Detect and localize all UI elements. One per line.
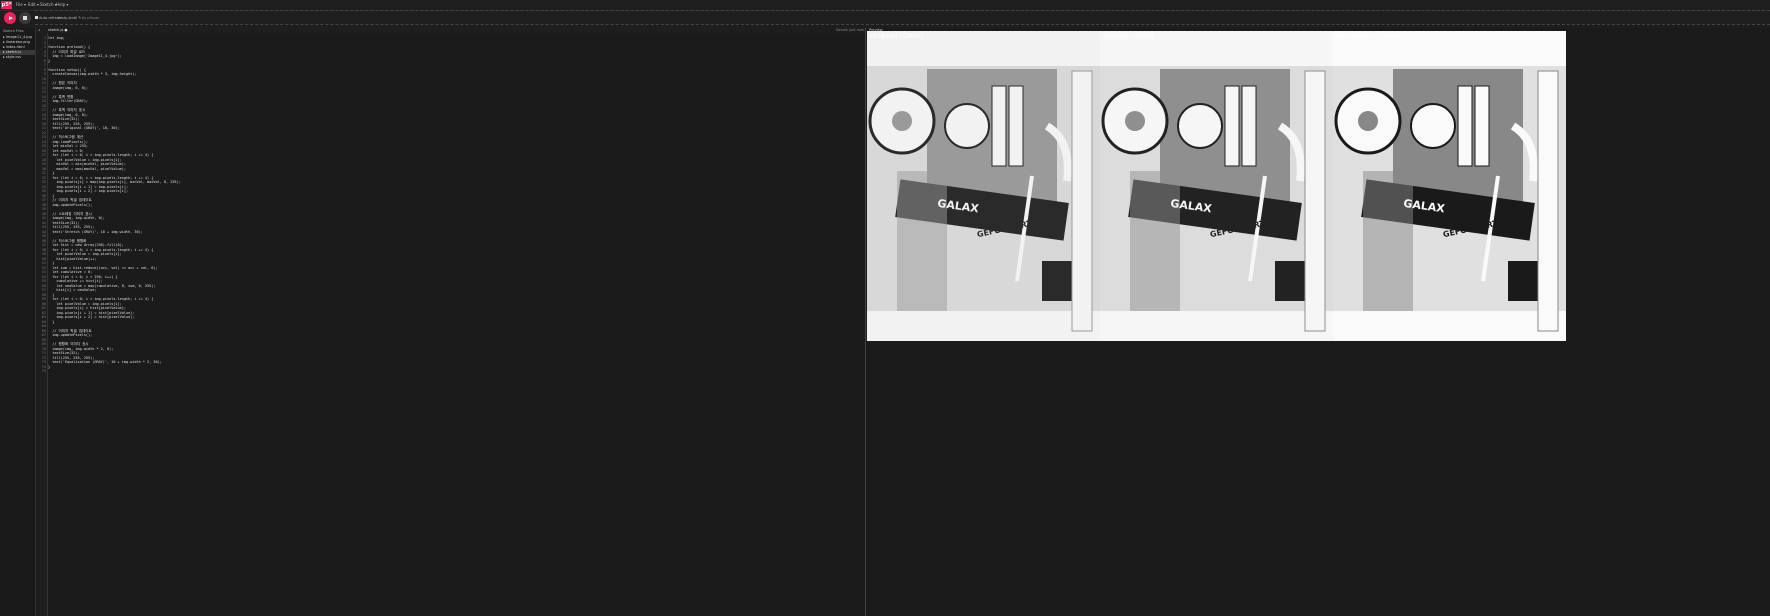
canvas-label: Stretch (GRAY) — [1103, 32, 1155, 40]
ram-stick — [991, 85, 1007, 167]
code-line[interactable]: img = loadImage('Image11_4.jpg'); — [48, 54, 122, 59]
play-button[interactable] — [4, 12, 16, 24]
code-editor[interactable]: let img; function preload() { // 이미지 파일 로… — [48, 33, 864, 616]
divider — [35, 24, 1770, 25]
code-line[interactable]: img.filter(GRAY); — [48, 99, 88, 104]
side-rail — [1537, 70, 1559, 332]
file-sidebar: Sketch Files ▸ Image11_4.jpg ▸ lineartwo… — [0, 28, 36, 616]
code-line[interactable]: img.updatePixels(); — [48, 333, 92, 338]
divider — [35, 10, 1770, 11]
side-rail — [1071, 70, 1093, 332]
pc-image: GALAXGEFORCE RTX — [1100, 31, 1333, 341]
menu-help[interactable]: Help ▾ — [56, 2, 68, 7]
file-item[interactable]: ▸ style.css — [0, 55, 35, 60]
side-rail — [1304, 70, 1326, 332]
canvas-original[interactable]: Original (GRAY) GALAX GEFORCE RTX — [867, 31, 1100, 341]
code-line[interactable]: img.updatePixels(); — [48, 203, 92, 208]
cpu-cooler — [944, 103, 990, 149]
pc-image: GALAXGEFORCE RTX — [1333, 31, 1566, 341]
preview-pane: Preview Original (GRAY) GALAX GEFORCE RTX… — [865, 28, 1770, 616]
file-name: lineartwo.png — [5, 40, 30, 44]
case-bottom — [1100, 311, 1333, 341]
code-line[interactable]: } — [48, 59, 50, 64]
cpu-cooler — [1177, 103, 1223, 149]
ram-stick — [1457, 85, 1473, 167]
sidebar-header: Sketch Files — [3, 29, 24, 33]
canvas-label: Original (GRAY) — [870, 32, 924, 40]
code-line[interactable]: maxVal = max(maxVal, pixelValue); — [48, 167, 126, 172]
cpu-cooler — [1410, 103, 1456, 149]
code-line[interactable]: text('Equalization (GRAY)', 10 + img.wid… — [48, 360, 162, 365]
fan-hub — [892, 111, 912, 131]
code-line[interactable]: text('Stretch (GRAY)', 10 + img.width, 3… — [48, 230, 143, 235]
fan-hub — [1358, 111, 1378, 131]
code-line[interactable]: createCanvas(img.width * 3, img.height); — [48, 72, 136, 77]
file-name: Image11_4.jpg — [5, 35, 32, 39]
toolbar — [0, 11, 1770, 28]
stop-button[interactable] — [19, 12, 31, 24]
canvas-equalization[interactable]: Equalization (GRAY) GALAX GEFORCE RTX — [1333, 31, 1566, 341]
code-line[interactable]: img.pixels[i + 2] = hist[pixelValue]; — [48, 315, 134, 320]
code-line[interactable]: image(img, 0, 0); — [48, 86, 88, 91]
ram-stick — [1474, 85, 1490, 167]
ram-stick — [1008, 85, 1024, 167]
ram-stick — [1241, 85, 1257, 167]
code-line[interactable]: } — [48, 365, 50, 370]
checkbox-icon[interactable] — [35, 16, 38, 19]
file-name: style.css — [5, 55, 21, 59]
case-bottom — [867, 311, 1100, 341]
sketch-name[interactable]: zesty-lentil ✎ — [58, 16, 81, 20]
menu-edit[interactable]: Edit ▾ — [28, 2, 39, 7]
auto-refresh-checkbox[interactable]: Auto-refresh — [35, 16, 61, 20]
line-gutter: 1 2 3 4 5 6 7 8 9 10 11 12 13 14 15 16 17 18 19 20 21 22 23 24 2… — [36, 33, 48, 616]
line-number: 75 — [41, 369, 46, 373]
menu-sketch[interactable]: Sketch ▾ — [40, 2, 57, 7]
canvas-stretch[interactable]: Stretch (GRAY) GALAX GEFORCE RTX — [1100, 31, 1333, 341]
menu-file[interactable]: File ▾ — [16, 2, 26, 7]
ram-stick — [1224, 85, 1240, 167]
code-line[interactable]: } — [48, 320, 54, 325]
file-name: sketch.js — [5, 50, 22, 54]
pc-image: GALAXGEFORCE RTX — [867, 31, 1100, 341]
canvas-label: Equalization (GRAY) — [1336, 32, 1406, 40]
case-bottom — [1333, 311, 1566, 341]
fan-hub — [1125, 111, 1145, 131]
sketch-owner: by p5user — [82, 16, 100, 20]
code-line[interactable]: text('Original (GRAY)', 10, 30); — [48, 126, 119, 131]
p5-logo[interactable]: p5* — [1, 1, 12, 9]
code-line[interactable]: img.pixels[i + 2] = img.pixels[i]; — [48, 189, 128, 194]
code-line[interactable]: hist[pixelValue]++; — [48, 257, 96, 262]
code-line[interactable]: hist[i] = newValue; — [48, 288, 96, 293]
file-name: index.html — [5, 45, 25, 49]
code-line[interactable]: let img; — [48, 36, 65, 41]
